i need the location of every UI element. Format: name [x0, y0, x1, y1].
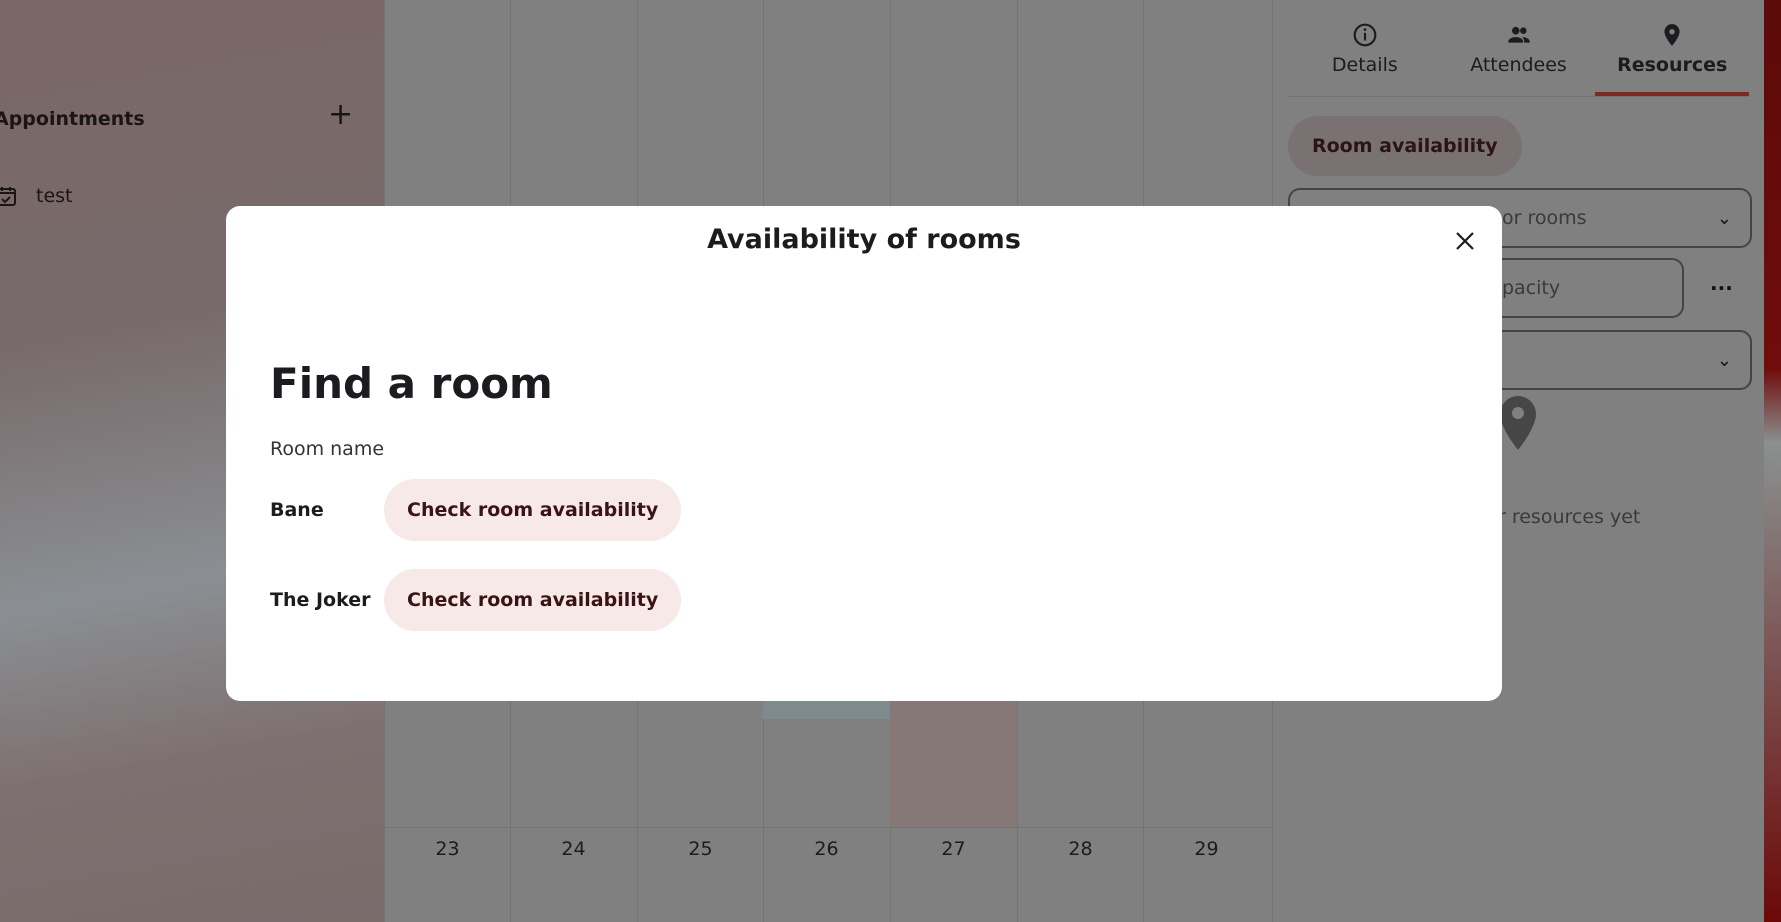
- room-row: Bane Check room availability: [270, 479, 682, 541]
- find-room-heading: Find a room: [270, 359, 553, 408]
- room-row: The Joker Check room availability: [270, 569, 682, 631]
- check-room-availability-button[interactable]: Check room availability: [384, 569, 682, 631]
- close-icon[interactable]: [1454, 230, 1476, 252]
- dialog-title: Availability of rooms: [707, 224, 1021, 255]
- room-name-label: Room name: [270, 438, 385, 460]
- check-room-availability-button[interactable]: Check room availability: [384, 479, 682, 541]
- room-availability-dialog: Availability of rooms Find a room Room n…: [226, 206, 1502, 701]
- room-name: The Joker: [270, 589, 371, 611]
- room-name: Bane: [270, 499, 324, 521]
